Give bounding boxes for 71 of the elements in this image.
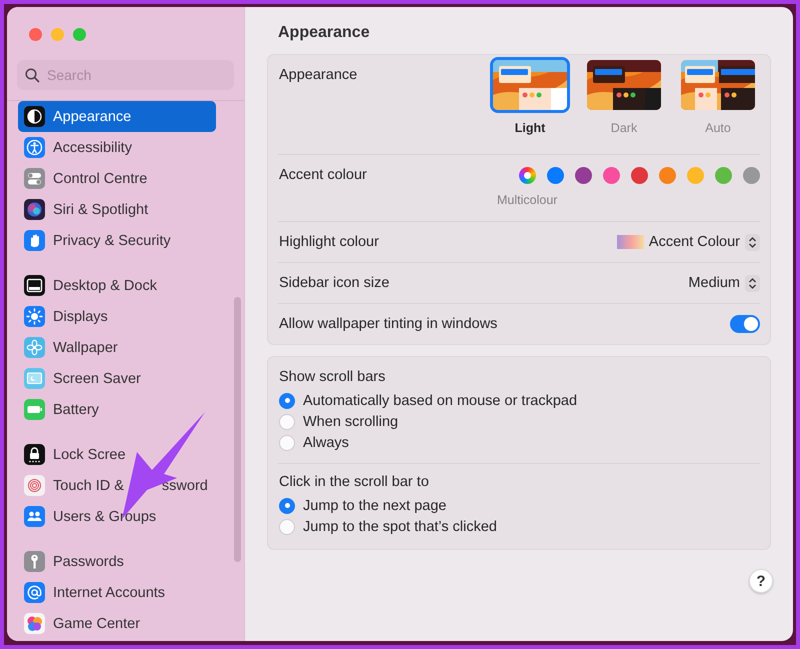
- popup-button[interactable]: Medium: [688, 274, 760, 292]
- setting-label: Allow wallpaper tinting in windows: [279, 316, 498, 332]
- sun-icon: [24, 306, 45, 327]
- sidebar-item[interactable]: Screen Saver: [18, 363, 216, 394]
- zoom-button[interactable]: [73, 28, 86, 41]
- option-label: Light: [514, 121, 546, 135]
- color-name: Multicolour: [497, 193, 558, 207]
- sidebar-item[interactable]: Privacy & Security: [18, 225, 216, 256]
- sidebar-item[interactable]: Desktop & Dock: [18, 270, 216, 301]
- sidebar-item[interactable]: Battery: [18, 394, 216, 425]
- sidebar-item[interactable]: Game Center: [18, 608, 216, 639]
- radio-button[interactable]: [279, 498, 295, 514]
- people-icon: [24, 506, 45, 527]
- radio-option[interactable]: When scrolling: [279, 411, 760, 432]
- setting-label: Highlight colour: [279, 234, 379, 250]
- contrast-icon: [24, 106, 45, 127]
- radio-option[interactable]: Always: [279, 432, 760, 453]
- hand-icon: [24, 230, 45, 251]
- dock-icon: [24, 275, 45, 296]
- sidebar-item[interactable]: Wallpaper: [18, 332, 216, 363]
- flower-icon: [24, 337, 45, 358]
- screen-icon: [24, 368, 45, 389]
- color-swatch[interactable]: [659, 167, 676, 184]
- radio-button[interactable]: [279, 392, 295, 408]
- radio-button[interactable]: [279, 434, 295, 450]
- toggle-switch[interactable]: [730, 315, 760, 333]
- accessibility-icon: [24, 137, 45, 158]
- toggles-icon: [24, 168, 45, 189]
- color-swatch: [616, 235, 644, 249]
- option-label: Dark: [610, 121, 638, 135]
- color-swatch[interactable]: [575, 167, 592, 184]
- color-swatch[interactable]: [715, 167, 732, 184]
- color-swatch[interactable]: [547, 167, 564, 184]
- group-label: Click in the scroll bar to: [279, 474, 430, 492]
- battery-icon: [24, 399, 45, 420]
- help-button[interactable]: ?: [749, 569, 773, 593]
- key-icon: [24, 551, 45, 572]
- page-title: Appearance: [278, 24, 371, 43]
- sidebar-item[interactable]: Siri & Spotlight: [18, 194, 216, 225]
- popup-button[interactable]: Accent Colour: [616, 234, 760, 250]
- option-label: Auto: [705, 121, 731, 135]
- scrollbar-thumb[interactable]: [234, 297, 241, 562]
- lock-icon: [24, 444, 45, 465]
- sidebar-item[interactable]: Accessibility: [18, 132, 216, 163]
- radio-button[interactable]: [279, 414, 295, 430]
- radio-option[interactable]: Automatically based on mouse or trackpad: [279, 390, 760, 411]
- close-button[interactable]: [29, 28, 42, 41]
- sidebar-item[interactable]: Internet Accounts: [18, 577, 216, 608]
- fingerprint-icon: [24, 475, 45, 496]
- radio-button[interactable]: [279, 518, 295, 534]
- setting-label: Appearance: [279, 67, 358, 83]
- sidebar-item[interactable]: Appearance: [18, 101, 216, 132]
- sidebar-item[interactable]: Touch ID & ssword: [18, 470, 216, 501]
- siri-icon: [24, 199, 45, 220]
- group-label: Show scroll bars: [279, 369, 386, 387]
- color-swatch[interactable]: [687, 167, 704, 184]
- sidebar-item[interactable]: Control Centre: [18, 163, 216, 194]
- sidebar-item[interactable]: Users & Groups: [18, 501, 216, 532]
- color-swatch[interactable]: [519, 167, 536, 184]
- setting-label: Sidebar icon size: [279, 275, 390, 291]
- color-swatch[interactable]: [603, 167, 620, 184]
- color-swatch[interactable]: [631, 167, 648, 184]
- sidebar-item[interactable]: Lock Scree: [18, 439, 216, 470]
- color-swatch[interactable]: [743, 167, 760, 184]
- bubbles-icon: [24, 613, 45, 634]
- sidebar-item[interactable]: Displays: [18, 301, 216, 332]
- at-sign-icon: [24, 582, 45, 603]
- setting-label: Accent colour: [279, 167, 367, 183]
- radio-option[interactable]: Jump to the spot that’s clicked: [279, 516, 760, 537]
- sidebar-item[interactable]: Passwords: [18, 546, 216, 577]
- radio-option[interactable]: Jump to the next page: [279, 495, 760, 516]
